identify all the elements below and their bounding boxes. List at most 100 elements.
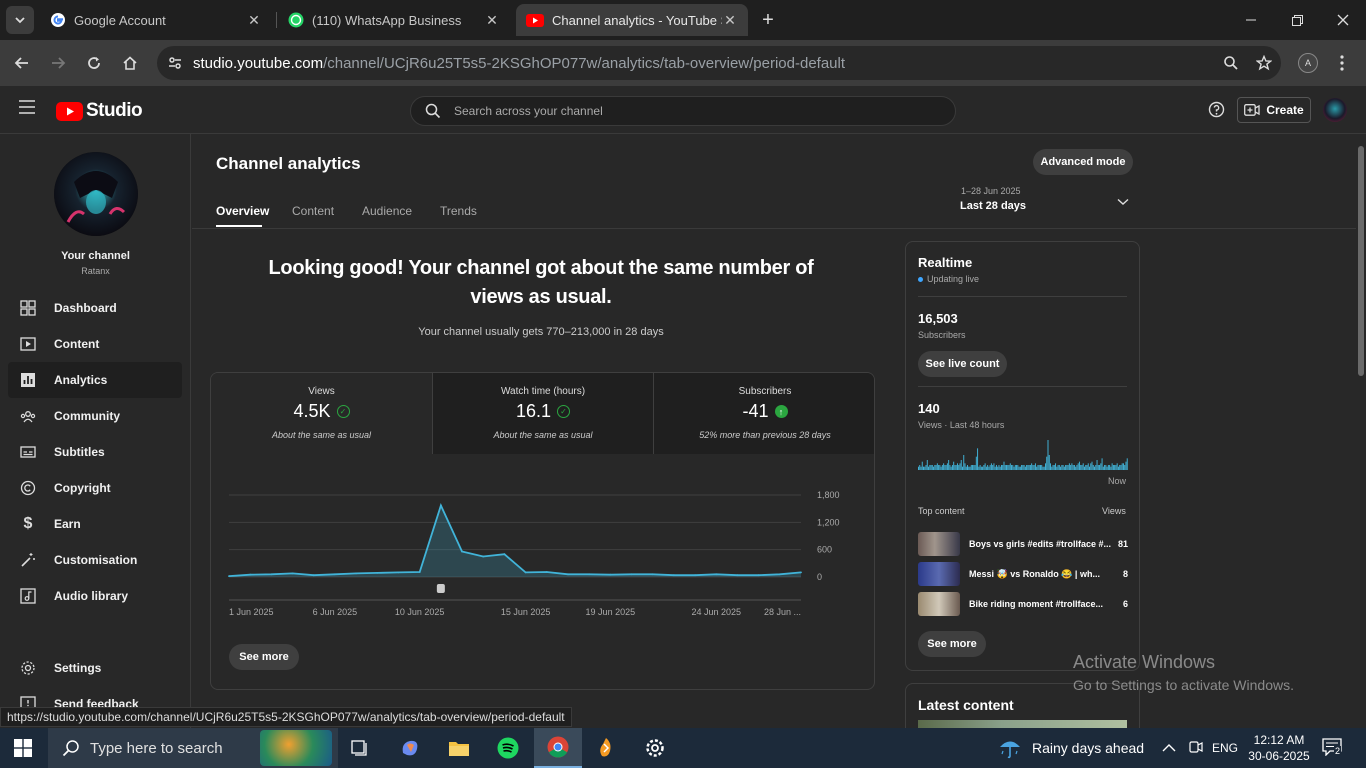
sidebar-item-customisation[interactable]: Customisation [8,542,182,578]
language-indicator[interactable]: ENG [1212,741,1238,755]
close-icon[interactable]: ✕ [246,12,262,29]
realtime-bar [1120,465,1122,470]
data-point [355,572,357,575]
sidebar-item-community[interactable]: Community [8,398,182,434]
tab-google-account[interactable]: Google Account ✕ [40,4,272,36]
studio-logo[interactable]: Studio [56,100,143,122]
windows-taskbar: Type here to search Rainy days ahead ENG… [0,728,1366,768]
sidebar-item-content[interactable]: Content [8,326,182,362]
realtime-bar [1065,465,1067,470]
advanced-mode-button[interactable]: Advanced mode [1033,149,1133,175]
see-more-top-content-button[interactable]: See more [918,631,986,657]
clock[interactable]: 12:12 AM 30-06-2025 [1248,732,1310,764]
realtime-bar [931,465,933,470]
youtube-icon [526,13,544,27]
page-scrollbar[interactable] [1356,134,1366,728]
task-view-button[interactable] [338,728,384,768]
help-button[interactable] [1208,101,1225,123]
metric-watch-time[interactable]: Watch time (hours) 16.1 ✓ About the same … [432,373,653,454]
top-content-item[interactable]: Boys vs girls #edits #trollface #... 81 [918,532,1128,556]
gear-icon [646,739,664,757]
see-live-count-button[interactable]: See live count [918,351,1007,377]
file-explorer-app[interactable] [436,728,482,768]
chrome-app[interactable] [534,728,582,768]
tab-overview[interactable]: Overview [216,204,269,218]
chevron-down-icon [1117,198,1129,205]
create-button[interactable]: Create [1237,97,1311,123]
channel-avatar[interactable] [54,152,138,236]
realtime-bar [962,466,963,470]
close-icon[interactable]: ✕ [722,12,738,29]
see-more-button[interactable]: See more [229,644,299,670]
data-point [291,572,294,575]
url-bar[interactable]: studio.youtube.com/channel/UCjR6u25T5s5-… [157,46,1281,80]
realtime-bar [1097,465,1099,470]
scrollbar-thumb[interactable] [1358,146,1364,376]
fl-studio-app[interactable] [583,728,629,768]
metric-views[interactable]: Views 4.5K ✓ About the same as usual [211,373,432,454]
restore-button[interactable] [1274,0,1320,40]
channel-search-input[interactable]: Search across your channel [410,96,956,126]
meet-now-button[interactable] [1187,740,1203,759]
browser-menu-button[interactable] [1334,53,1350,73]
data-point [609,573,612,576]
realtime-bar [1099,465,1101,470]
tab-audience[interactable]: Audience [362,204,412,218]
realtime-bar [1078,461,1080,470]
close-window-button[interactable] [1320,0,1366,40]
account-avatar[interactable] [1323,98,1347,122]
back-button[interactable] [7,48,37,78]
sidebar-item-earn[interactable]: $ Earn [8,506,182,542]
realtime-bar [1068,463,1070,470]
close-icon[interactable]: ✕ [484,12,500,29]
realtime-bar [989,465,991,470]
live-dot-icon [918,276,923,282]
realtime-bar [1106,466,1108,470]
tab-whatsapp[interactable]: (110) WhatsApp Business ✕ [278,4,510,36]
new-tab-button[interactable]: + [756,8,780,32]
tab-youtube-studio[interactable]: Channel analytics - YouTube Studio ✕ [516,4,748,36]
data-point [673,574,675,577]
zoom-icon[interactable] [1215,55,1247,71]
weather-widget[interactable]: Rainy days ahead [998,728,1144,768]
settings-app[interactable] [632,728,678,768]
bookmark-star-icon[interactable] [1247,55,1281,71]
tab-content[interactable]: Content [292,204,334,218]
task-view-icon [351,740,367,756]
notification-center-button[interactable]: 2 [1322,738,1346,760]
hamburger-menu-button[interactable] [18,100,38,120]
arrow-right-icon [52,57,66,69]
tray-overflow-button[interactable] [1162,740,1178,756]
top-content-item[interactable]: Messi 🤯 vs Ronaldo 😂 | wh... 8 [918,562,1128,586]
realtime-bar [1014,465,1016,470]
sidebar-item-subtitles[interactable]: Subtitles [8,434,182,470]
home-button[interactable] [115,48,145,78]
url-path: /channel/UCjR6u25T5s5-2KSGhOP077w/analyt… [323,54,846,72]
start-button[interactable] [0,728,46,768]
tab-search-button[interactable] [6,6,34,34]
realtime-bar [1121,463,1123,470]
sidebar-item-audio-library[interactable]: Audio library [8,578,182,614]
top-content-item[interactable]: Bike riding moment #trollface... 6 [918,592,1128,616]
reload-button[interactable] [79,48,109,78]
forward-button[interactable] [43,48,73,78]
spotify-app[interactable] [485,728,531,768]
minimize-button[interactable] [1228,0,1274,40]
sidebar-item-copyright[interactable]: Copyright [8,470,182,506]
metric-subscribers[interactable]: Subscribers -41 ↑ 52% more than previous … [653,373,874,454]
data-point [228,575,230,577]
realtime-bar [1002,465,1004,470]
taskbar-search-box[interactable]: Type here to search [48,728,338,768]
sidebar-item-settings[interactable]: Settings [8,650,182,686]
date-range-picker[interactable]: 1–28 Jun 2025 Last 28 days [960,186,1132,218]
profile-button[interactable]: A [1298,53,1318,73]
sidebar-item-dashboard[interactable]: Dashboard [8,290,182,326]
realtime-bar [983,465,985,470]
realtime-bar [1056,466,1058,470]
tab-trends[interactable]: Trends [440,204,477,218]
copilot-app[interactable] [387,728,433,768]
realtime-bar [1089,466,1090,470]
sidebar-item-analytics[interactable]: Analytics [8,362,182,398]
realtime-bar [1111,463,1113,470]
site-info-icon[interactable] [157,55,193,71]
